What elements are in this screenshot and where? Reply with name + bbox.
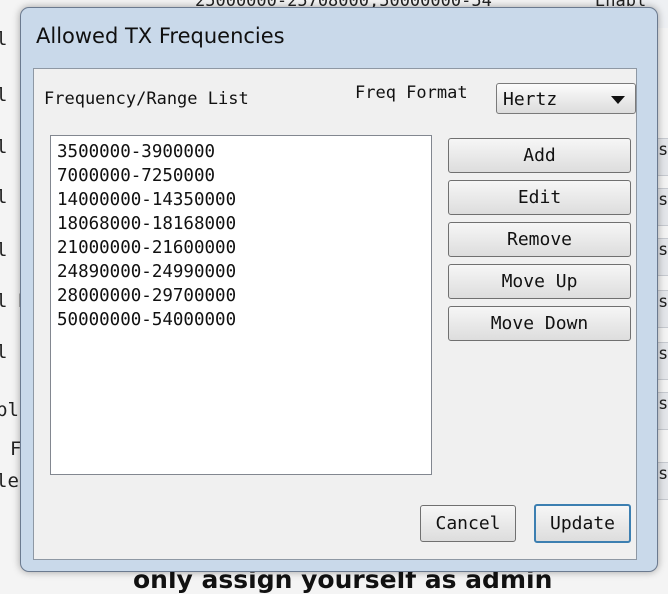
background-fragment: bl: [0, 399, 19, 421]
dialog-title: Allowed TX Frequencies: [36, 24, 285, 48]
background-fragment: s: [658, 292, 668, 312]
list-item[interactable]: 21000000-21600000: [57, 236, 425, 260]
list-item[interactable]: 3500000-3900000: [57, 140, 425, 164]
move-up-button[interactable]: Move Up: [448, 264, 631, 299]
background-fragment: s: [658, 190, 668, 210]
list-item[interactable]: 14000000-14350000: [57, 188, 425, 212]
list-item[interactable]: 24890000-24990000: [57, 260, 425, 284]
move-down-button[interactable]: Move Down: [448, 306, 631, 341]
edit-button[interactable]: Edit: [448, 180, 631, 215]
dialog-client-area: Frequency/Range List Freq Format Hertz 3…: [33, 68, 637, 560]
chevron-down-icon[interactable]: [611, 96, 625, 104]
list-item[interactable]: 28000000-29700000: [57, 284, 425, 308]
update-button[interactable]: Update: [534, 504, 631, 543]
freq-format-value: Hertz: [503, 89, 558, 110]
cancel-button[interactable]: Cancel: [420, 505, 516, 542]
add-button[interactable]: Add: [448, 138, 631, 173]
list-item[interactable]: 50000000-54000000: [57, 308, 425, 332]
allowed-tx-frequencies-dialog: Allowed TX Frequencies Frequency/Range L…: [20, 7, 658, 572]
background-fragment: s: [658, 240, 668, 260]
list-item[interactable]: 7000000-7250000: [57, 164, 425, 188]
freq-format-label: Freq Format: [355, 83, 468, 103]
freq-format-select[interactable]: Hertz: [496, 83, 636, 114]
background-fragment: s: [658, 344, 668, 364]
background-fragment: le: [0, 470, 19, 492]
frequency-range-list[interactable]: 3500000-3900000 7000000-7250000 14000000…: [50, 135, 432, 475]
list-item[interactable]: 18068000-18168000: [57, 212, 425, 236]
frequency-list-label: Frequency/Range List: [44, 89, 249, 109]
background-fragment: s: [658, 140, 668, 160]
remove-button[interactable]: Remove: [448, 222, 631, 257]
background-fragment: s: [658, 464, 668, 484]
background-fragment: s: [658, 394, 668, 414]
